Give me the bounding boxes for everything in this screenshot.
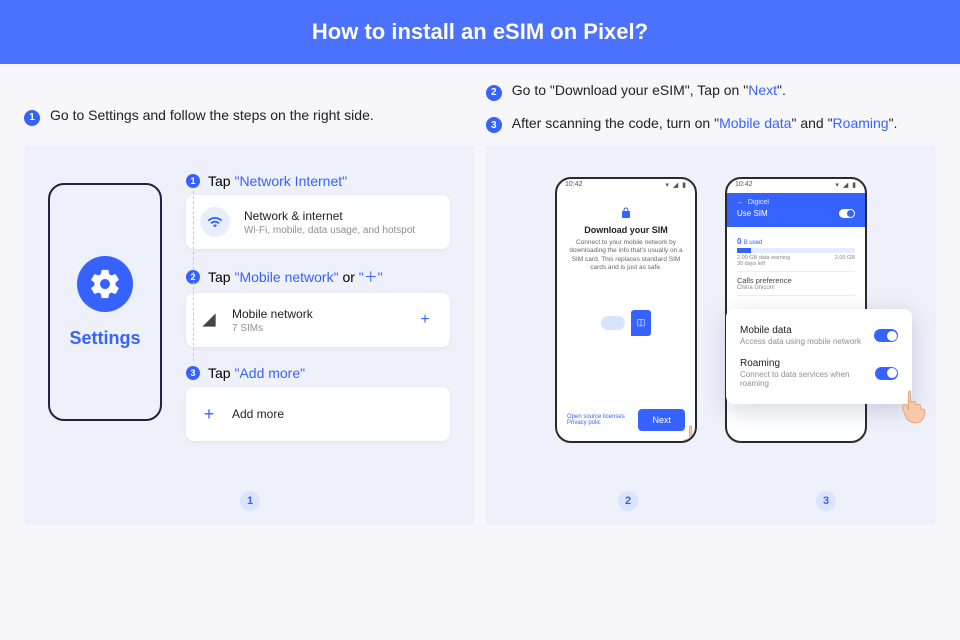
carrier-header: ← Digicel Use SIM <box>727 193 865 227</box>
roaming-toggle[interactable] <box>875 367 898 380</box>
card-title: Network & internet <box>244 209 436 223</box>
panel-number-badge: 3 <box>816 491 836 511</box>
step-number-badge: 2 <box>486 85 502 101</box>
status-time: 10:42 <box>735 181 753 193</box>
instructions-right: 2 Go to "Download your eSIM", Tap on "Ne… <box>486 82 936 133</box>
substep-badge: 3 <box>186 366 200 380</box>
substep-1: 1 Tap "Network Internet" Network & inter… <box>186 173 450 249</box>
next-link: Next <box>748 82 777 98</box>
download-illustration: ◫ <box>569 293 683 353</box>
mobile-data-label: Mobile data <box>740 325 861 336</box>
status-bar: 10:42 ▾ ◢ ▮ <box>557 179 695 193</box>
signal-icon <box>200 305 218 335</box>
settings-label: Settings <box>69 328 140 349</box>
sim-icon: ◫ <box>631 310 651 336</box>
roaming-row: Roaming Connect to data services when ro… <box>740 352 898 394</box>
mobile-network-link: "Mobile network" <box>234 269 338 285</box>
instruction-2: 2 Go to "Download your eSIM", Tap on "Ne… <box>486 82 936 101</box>
cloud-icon <box>601 316 625 330</box>
panel-2-3: 10:42 ▾ ◢ ▮ Download your SIM Connect to… <box>486 145 936 525</box>
mobile-network-card[interactable]: Mobile network 7 SIMs + <box>186 293 450 347</box>
toggles-overlay: Mobile data Access data using mobile net… <box>726 309 912 404</box>
download-desc: Connect to your mobile network by downlo… <box>569 239 683 273</box>
instruction-3-text: After scanning the code, turn on "Mobile… <box>512 115 898 131</box>
panel-number-badge: 2 <box>618 491 638 511</box>
dashed-connector <box>193 191 194 361</box>
instructions-block: 1 Go to Settings and follow the steps on… <box>0 64 960 145</box>
substep-2: 2 Tap "Mobile network" or "＋" Mobile net… <box>186 267 450 347</box>
footer-links[interactable]: Open source licenses Privacy polic <box>567 414 638 426</box>
gear-icon <box>77 256 133 312</box>
download-title: Download your SIM <box>569 225 683 235</box>
card-subtitle: 7 SIMs <box>232 323 400 334</box>
header: How to install an eSIM on Pixel? <box>0 0 960 64</box>
mobile-data-sub: Access data using mobile network <box>740 337 861 346</box>
data-usage-row: 0 B used 2.00 GB data warning30 days lef… <box>737 233 855 272</box>
step-number-badge: 3 <box>486 117 502 133</box>
lock-icon <box>620 207 632 219</box>
step-number-badge: 1 <box>24 110 40 126</box>
network-internet-card[interactable]: Network & internet Wi-Fi, mobile, data u… <box>186 195 450 249</box>
substep-badge: 1 <box>186 174 200 188</box>
settings-phone-illustration: Settings <box>48 183 162 421</box>
use-sim-toggle[interactable] <box>839 209 855 218</box>
phone-download-sim: 10:42 ▾ ◢ ▮ Download your SIM Connect to… <box>555 177 697 443</box>
status-time: 10:42 <box>565 181 583 193</box>
usage-bar <box>737 248 855 253</box>
instruction-1-text: Go to Settings and follow the steps on t… <box>50 107 374 123</box>
substep-3: 3 Tap "Add more" + Add more <box>186 365 450 441</box>
panel-number-badge: 1 <box>240 491 260 511</box>
mobile-data-toggle[interactable] <box>874 329 898 342</box>
plus-icon[interactable]: + <box>414 311 436 329</box>
roaming-sub: Connect to data services when roaming <box>740 370 875 388</box>
next-button[interactable]: Next <box>638 409 685 431</box>
status-icons: ▾ ◢ ▮ <box>665 181 687 193</box>
plus-icon: + <box>200 399 218 429</box>
panel-1: Settings 1 Tap "Network Internet" Networ… <box>24 145 474 525</box>
panels: Settings 1 Tap "Network Internet" Networ… <box>0 145 960 549</box>
roaming-link: Roaming <box>833 115 889 131</box>
card-title: Add more <box>232 407 436 421</box>
mobile-data-link: Mobile data <box>719 115 791 131</box>
instruction-3: 3 After scanning the code, turn on "Mobi… <box>486 115 936 134</box>
wifi-icon <box>200 207 230 237</box>
roaming-label: Roaming <box>740 358 875 369</box>
network-internet-link: "Network Internet" <box>234 173 347 189</box>
status-icons: ▾ ◢ ▮ <box>835 181 857 193</box>
instruction-1: 1 Go to Settings and follow the steps on… <box>24 107 374 126</box>
carrier-name: ← Digicel <box>737 199 855 206</box>
use-sim-label: Use SIM <box>737 209 768 218</box>
page-title: How to install an eSIM on Pixel? <box>312 19 648 45</box>
mobile-data-row: Mobile data Access data using mobile net… <box>740 319 898 352</box>
add-more-link: "Add more" <box>234 365 305 381</box>
status-bar: 10:42 ▾ ◢ ▮ <box>727 179 865 193</box>
steps-column: 1 Tap "Network Internet" Network & inter… <box>186 173 450 441</box>
plus-link: "＋" <box>359 269 383 285</box>
card-subtitle: Wi-Fi, mobile, data usage, and hotspot <box>244 225 436 236</box>
hand-pointer-icon <box>898 388 928 424</box>
add-more-card[interactable]: + Add more <box>186 387 450 441</box>
instruction-1-wrap: 1 Go to Settings and follow the steps on… <box>24 82 462 133</box>
card-title: Mobile network <box>232 307 400 321</box>
instruction-2-text: Go to "Download your eSIM", Tap on "Next… <box>512 82 786 98</box>
calls-pref-row[interactable]: Calls preference China Unicom <box>737 272 855 296</box>
